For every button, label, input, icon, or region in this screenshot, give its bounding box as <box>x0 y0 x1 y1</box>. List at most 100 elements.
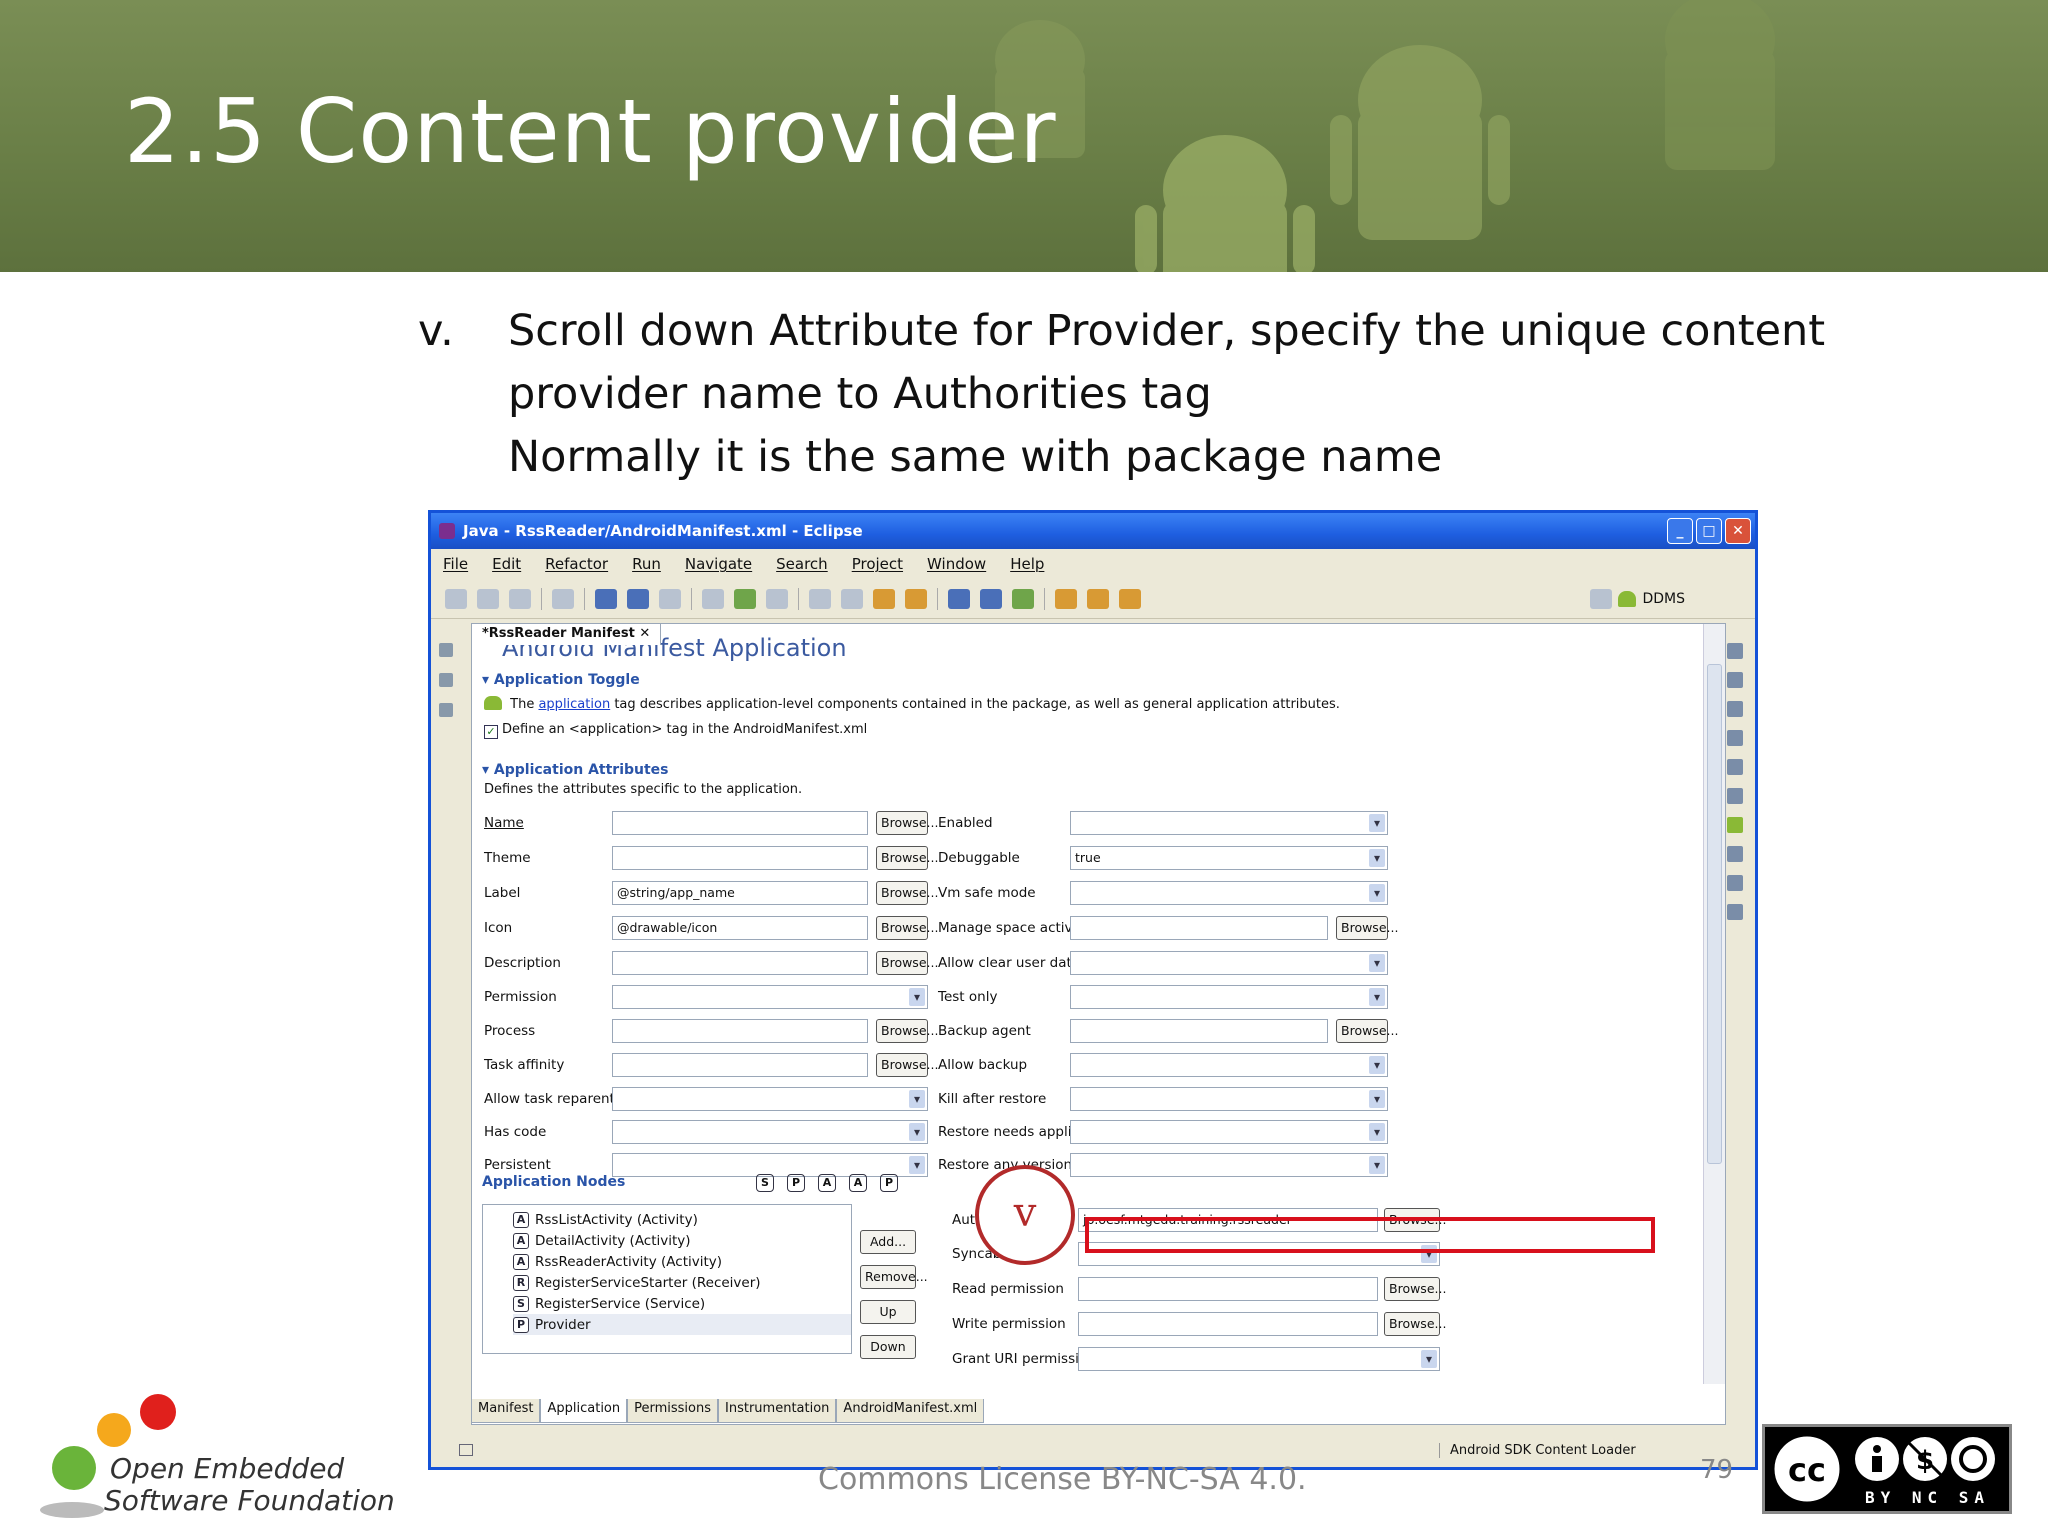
attr-label-input[interactable]: @string/app_name <box>612 881 868 905</box>
menu-edit[interactable]: Edit <box>492 555 521 573</box>
grant-uri-permissions-combo[interactable] <box>1078 1347 1440 1371</box>
attr-description-input[interactable] <box>612 951 868 975</box>
menu-refactor[interactable]: Refactor <box>545 555 608 573</box>
run-icon[interactable] <box>734 588 756 609</box>
perspective-switcher[interactable]: DDMS <box>1590 588 1685 609</box>
view-icon[interactable] <box>1727 643 1743 659</box>
tree-node[interactable]: A DetailActivity (Activity) <box>513 1230 851 1251</box>
tree-node-selected[interactable]: P Provider <box>513 1314 851 1335</box>
browse-button[interactable]: Browse... <box>876 881 938 905</box>
tree-node[interactable]: A RssListActivity (Activity) <box>513 1209 851 1230</box>
add-node-button[interactable]: Add... <box>860 1230 916 1254</box>
attr-allow-task-reparenting-combo[interactable] <box>612 1087 928 1111</box>
android-icon[interactable] <box>1727 817 1743 833</box>
section-application-nodes[interactable]: Application Nodes <box>482 1174 625 1190</box>
close-tab-icon[interactable]: ✕ <box>639 626 650 641</box>
view-icon[interactable] <box>1727 846 1743 862</box>
filter-activity-alias-icon[interactable]: A <box>849 1174 867 1192</box>
checkbox-checked-icon[interactable]: ✓ <box>484 725 498 739</box>
menu-navigate[interactable]: Navigate <box>685 555 752 573</box>
hierarchy-icon[interactable] <box>439 673 453 687</box>
attr-allow-backup-combo[interactable] <box>1070 1053 1388 1077</box>
application-tag-link[interactable]: application <box>538 697 610 712</box>
browse-button[interactable]: Browse... <box>1384 1277 1446 1301</box>
attr-restore-needs-application-combo[interactable] <box>1070 1120 1388 1144</box>
browse-button[interactable]: Browse... <box>1336 1019 1398 1043</box>
outline-icon[interactable] <box>439 703 453 717</box>
attr-name-input[interactable] <box>612 811 868 835</box>
attr-name-link[interactable]: Name <box>484 815 524 831</box>
menu-window[interactable]: Window <box>927 555 986 573</box>
attr-permission-combo[interactable] <box>612 985 928 1009</box>
browse-button[interactable]: Browse... <box>876 916 938 940</box>
attr-allow-clear-user-data-combo[interactable] <box>1070 951 1388 975</box>
maximize-icon[interactable]: □ <box>1696 518 1722 544</box>
filter-provider-icon[interactable]: P <box>787 1174 805 1192</box>
tab-application[interactable]: Application <box>540 1399 628 1423</box>
attr-icon-input[interactable]: @drawable/icon <box>612 916 868 940</box>
attr-theme-input[interactable] <box>612 846 868 870</box>
new-class-icon[interactable] <box>948 588 970 609</box>
lock-icon[interactable] <box>552 588 574 609</box>
browse-button[interactable]: Browse... <box>1336 916 1398 940</box>
attr-manage-space-activity-input[interactable] <box>1070 916 1328 940</box>
open-perspective-icon[interactable] <box>1590 588 1613 609</box>
filter-activity-icon[interactable]: A <box>818 1174 836 1192</box>
pin-icon[interactable] <box>1119 588 1141 609</box>
new-package-icon[interactable] <box>980 588 1002 609</box>
menu-search[interactable]: Search <box>776 555 828 573</box>
previous-annotation-icon[interactable] <box>841 588 863 609</box>
scrollbar-thumb[interactable] <box>1707 664 1722 1164</box>
browse-button[interactable]: Browse... <box>876 846 938 870</box>
browse-button[interactable]: Browse... <box>876 1019 938 1043</box>
remove-node-button[interactable]: Remove... <box>860 1265 928 1289</box>
tree-node[interactable]: A RssReaderActivity (Activity) <box>513 1251 851 1272</box>
filter-service-icon[interactable]: S <box>756 1174 774 1192</box>
browse-button[interactable]: Browse... <box>876 811 938 835</box>
attr-task-affinity-input[interactable] <box>612 1053 868 1077</box>
android-project-icon[interactable] <box>659 588 681 609</box>
view-icon[interactable] <box>1727 701 1743 717</box>
package-explorer-icon[interactable] <box>439 643 453 657</box>
up-button[interactable]: Up <box>860 1300 916 1324</box>
refresh-icon[interactable] <box>1012 588 1034 609</box>
attr-enabled-combo[interactable] <box>1070 811 1388 835</box>
attr-vm-safe-mode-combo[interactable] <box>1070 881 1388 905</box>
external-tools-icon[interactable] <box>766 588 788 609</box>
android-sdk-icon[interactable] <box>595 588 617 609</box>
attr-restore-any-version-combo[interactable] <box>1070 1153 1388 1177</box>
tab-manifest[interactable]: Manifest <box>471 1399 541 1423</box>
view-icon[interactable] <box>1727 730 1743 746</box>
attr-process-input[interactable] <box>612 1019 868 1043</box>
section-application-attributes[interactable]: Application Attributes <box>482 762 669 778</box>
open-task-icon[interactable] <box>1087 588 1109 609</box>
attr-kill-after-restore-combo[interactable] <box>1070 1087 1388 1111</box>
browse-button[interactable]: Browse... <box>1384 1312 1446 1336</box>
tab-instrumentation[interactable]: Instrumentation <box>718 1399 837 1423</box>
next-annotation-icon[interactable] <box>809 588 831 609</box>
tree-node[interactable]: R RegisterServiceStarter (Receiver) <box>513 1272 851 1293</box>
view-icon[interactable] <box>1727 672 1743 688</box>
tree-node[interactable]: S RegisterService (Service) <box>513 1293 851 1314</box>
read-permission-input[interactable] <box>1078 1277 1378 1301</box>
print-icon[interactable] <box>509 588 531 609</box>
editor-tab[interactable]: *RssReader Manifest ✕ <box>471 623 662 645</box>
define-application-checkbox[interactable]: ✓ Define an <application> tag in the Andr… <box>484 722 867 739</box>
menu-run[interactable]: Run <box>632 555 661 573</box>
view-icon[interactable] <box>1727 788 1743 804</box>
section-application-toggle[interactable]: Application Toggle <box>482 672 640 688</box>
filter-permission-icon[interactable]: P <box>880 1174 898 1192</box>
attr-backup-agent-input[interactable] <box>1070 1019 1328 1043</box>
menu-project[interactable]: Project <box>852 555 903 573</box>
menu-help[interactable]: Help <box>1010 555 1044 573</box>
minimize-icon[interactable]: _ <box>1667 518 1693 544</box>
browse-button[interactable]: Browse... <box>876 1053 938 1077</box>
view-icon[interactable] <box>1727 875 1743 891</box>
attr-debuggable-combo[interactable]: true <box>1070 846 1388 870</box>
menu-file[interactable]: File <box>443 555 468 573</box>
editor-vertical-scrollbar[interactable] <box>1703 624 1725 1384</box>
tab-androidmanifest-xml[interactable]: AndroidManifest.xml <box>836 1399 985 1423</box>
forward-icon[interactable] <box>905 588 927 609</box>
browse-button[interactable]: Browse... <box>876 951 938 975</box>
android-avd-icon[interactable] <box>627 588 649 609</box>
